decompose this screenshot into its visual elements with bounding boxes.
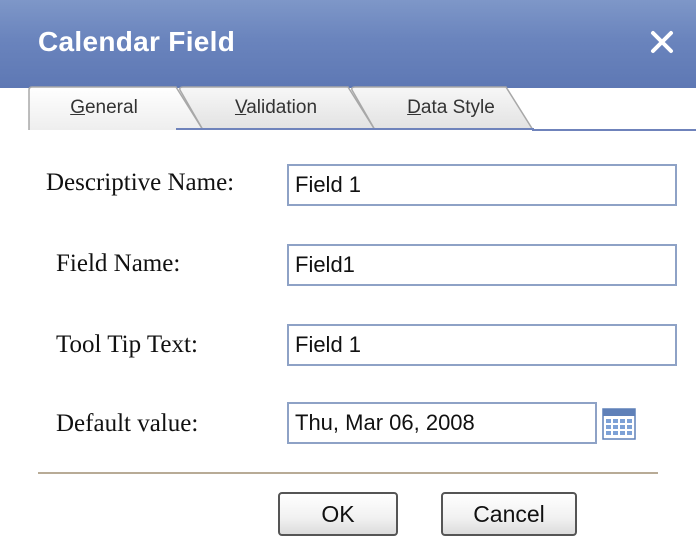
calendar-field-dialog: Calendar Field General Validation Data S… — [0, 0, 696, 536]
cancel-button[interactable]: Cancel — [441, 492, 577, 536]
tab-divider-line — [532, 129, 696, 131]
title-bar: Calendar Field — [0, 0, 696, 88]
tab-data-style[interactable]: Data Style — [348, 86, 534, 130]
calendar-icon[interactable] — [602, 408, 636, 440]
tool-tip-text-input[interactable] — [287, 324, 677, 366]
default-value-label: Default value: — [56, 410, 199, 437]
tab-bar: General Validation Data Style — [28, 86, 696, 132]
tab-validation[interactable]: Validation — [176, 86, 376, 130]
tool-tip-text-label: Tool Tip Text: — [56, 331, 198, 358]
field-name-label: Field Name: — [56, 250, 181, 277]
tab-data-style-label: Data Style — [407, 97, 495, 118]
button-divider — [38, 472, 658, 474]
tab-validation-label: Validation — [234, 97, 318, 118]
field-name-input[interactable] — [287, 244, 677, 286]
dialog-title: Calendar Field — [38, 26, 236, 57]
close-icon[interactable] — [648, 28, 676, 56]
default-value-input[interactable] — [287, 402, 597, 444]
tab-general-label: General — [70, 97, 138, 118]
ok-button[interactable]: OK — [278, 492, 398, 536]
descriptive-name-input[interactable] — [287, 164, 677, 206]
descriptive-name-label: Descriptive Name: — [46, 169, 235, 196]
